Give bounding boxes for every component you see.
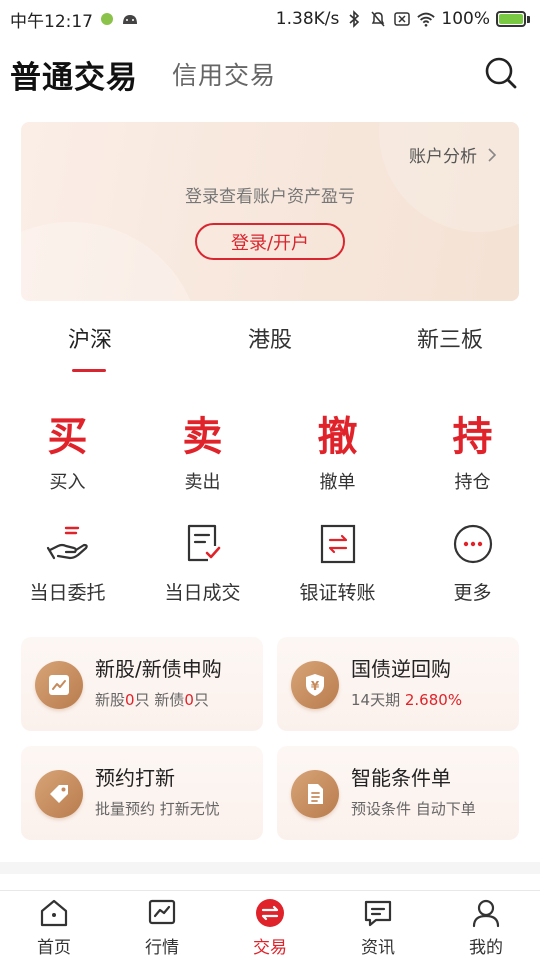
svg-text:¥: ¥ [311,679,320,693]
reserve-ipo-card[interactable]: 预约打新 批量预约 打新无忧 [21,746,263,840]
document-check-icon [187,524,220,562]
tab-new-third-board[interactable]: 新三板 [390,322,510,354]
cancel-order-button[interactable]: 撤 撤单 [270,412,405,494]
market-chart-icon [148,899,176,925]
today-deals-button[interactable]: 当日成交 [135,520,270,605]
search-icon[interactable] [484,56,518,90]
cancel-glyph: 撤 [317,414,358,460]
account-card: 账户分析 登录查看账户资产盈亏 登录/开户 [21,122,519,301]
active-tab-indicator [72,369,106,372]
nav-trade-label: 交易 [253,938,287,958]
account-analysis-label: 账户分析 [409,147,477,167]
yuan-shield-icon: ¥ [291,661,339,709]
bank-transfer-label: 银证转账 [299,582,376,604]
buy-button[interactable]: 买 买入 [0,412,135,494]
hand-order-icon [46,526,88,560]
nav-home[interactable]: 首页 [0,891,108,960]
nav-trade[interactable]: 交易 [216,891,324,960]
repo-title: 国债逆回购 [351,657,451,681]
more-icon [453,524,492,564]
buy-label: 买入 [49,472,86,493]
tab-credit-trade[interactable]: 信用交易 [172,56,276,92]
ipo-subscription-card[interactable]: 新股/新债申购 新股0只 新债0只 [21,637,263,731]
nav-news[interactable]: 资讯 [324,891,432,960]
sell-label: 卖出 [184,472,221,493]
account-analysis-link[interactable]: 账户分析 [409,142,497,167]
buy-glyph: 买 [47,414,88,460]
nav-news-label: 资讯 [361,938,395,958]
reserve-title: 预约打新 [95,766,175,790]
nav-mine[interactable]: 我的 [432,891,540,960]
positions-label: 持仓 [454,472,491,493]
more-tools-label: 更多 [453,582,492,604]
trade-tools: 当日委托 当日成交 银证转账 更多 [0,520,540,605]
trade-actions: 买 买入 卖 卖出 撤 撤单 持 持仓 [0,412,540,494]
nav-home-label: 首页 [37,938,71,958]
tab-hk-stock[interactable]: 港股 [210,322,330,354]
today-orders-button[interactable]: 当日委托 [0,520,135,605]
android-icon [123,15,137,24]
reserve-subtitle: 批量预约 打新无忧 [95,800,220,818]
file-list-icon [291,770,339,818]
more-tools-button[interactable]: 更多 [405,520,540,605]
ipo-title: 新股/新债申购 [95,657,222,681]
ipo-subtitle: 新股0只 新债0只 [95,691,209,709]
nav-market-label: 行情 [145,938,179,958]
login-hint: 登录查看账户资产盈亏 [185,187,355,207]
cancel-order-label: 撤单 [319,472,356,493]
repo-rate: 2.680% [404,691,463,709]
battery-icon [496,11,530,27]
nav-mine-label: 我的 [469,938,503,958]
tab-hushen[interactable]: 沪深 [30,322,150,354]
no-sim-icon [394,12,411,26]
trend-chart-icon [35,661,83,709]
bottom-nav: 首页 行情 交易 资讯 我的 [0,890,540,960]
repo-subtitle: 14天期 2.680% [351,691,463,709]
transfer-icon [320,524,355,564]
bank-transfer-button[interactable]: 银证转账 [270,520,405,605]
new-bond-count: 0 [184,691,194,709]
new-stock-count: 0 [125,691,135,709]
news-chat-icon [364,900,392,927]
wifi-icon [417,12,436,27]
user-icon [472,899,500,928]
sell-button[interactable]: 卖 卖出 [135,412,270,494]
trade-header: 普通交易 信用交易 [0,48,540,100]
trade-exchange-icon [256,899,284,927]
condition-order-card[interactable]: 智能条件单 预设条件 自动下单 [277,746,519,840]
bluetooth-icon [349,10,360,28]
network-speed: 1.38K/s [275,9,340,29]
status-time: 中午12:17 [10,11,93,32]
tab-normal-trade[interactable]: 普通交易 [10,52,138,97]
battery-percent: 100% [441,9,490,29]
positions-glyph: 持 [452,414,493,460]
login-register-button[interactable]: 登录/开户 [195,223,345,260]
status-bar: 中午12:17 1.38K/s 100% [0,0,540,38]
market-tabs: 沪深 港股 新三板 [0,322,540,374]
section-divider [0,862,540,874]
today-deals-label: 当日成交 [164,582,241,604]
nav-market[interactable]: 行情 [108,891,216,960]
positions-button[interactable]: 持 持仓 [405,412,540,494]
home-icon [40,899,68,927]
today-orders-label: 当日委托 [29,582,106,604]
mute-bell-icon [371,11,385,27]
notification-dot-icon [101,13,113,25]
reverse-repo-card[interactable]: ¥ 国债逆回购 14天期 2.680% [277,637,519,731]
condition-subtitle: 预设条件 自动下单 [351,800,476,818]
chevron-right-icon [488,147,497,162]
sell-glyph: 卖 [182,414,223,460]
condition-title: 智能条件单 [351,766,451,790]
tag-icon [35,770,83,818]
